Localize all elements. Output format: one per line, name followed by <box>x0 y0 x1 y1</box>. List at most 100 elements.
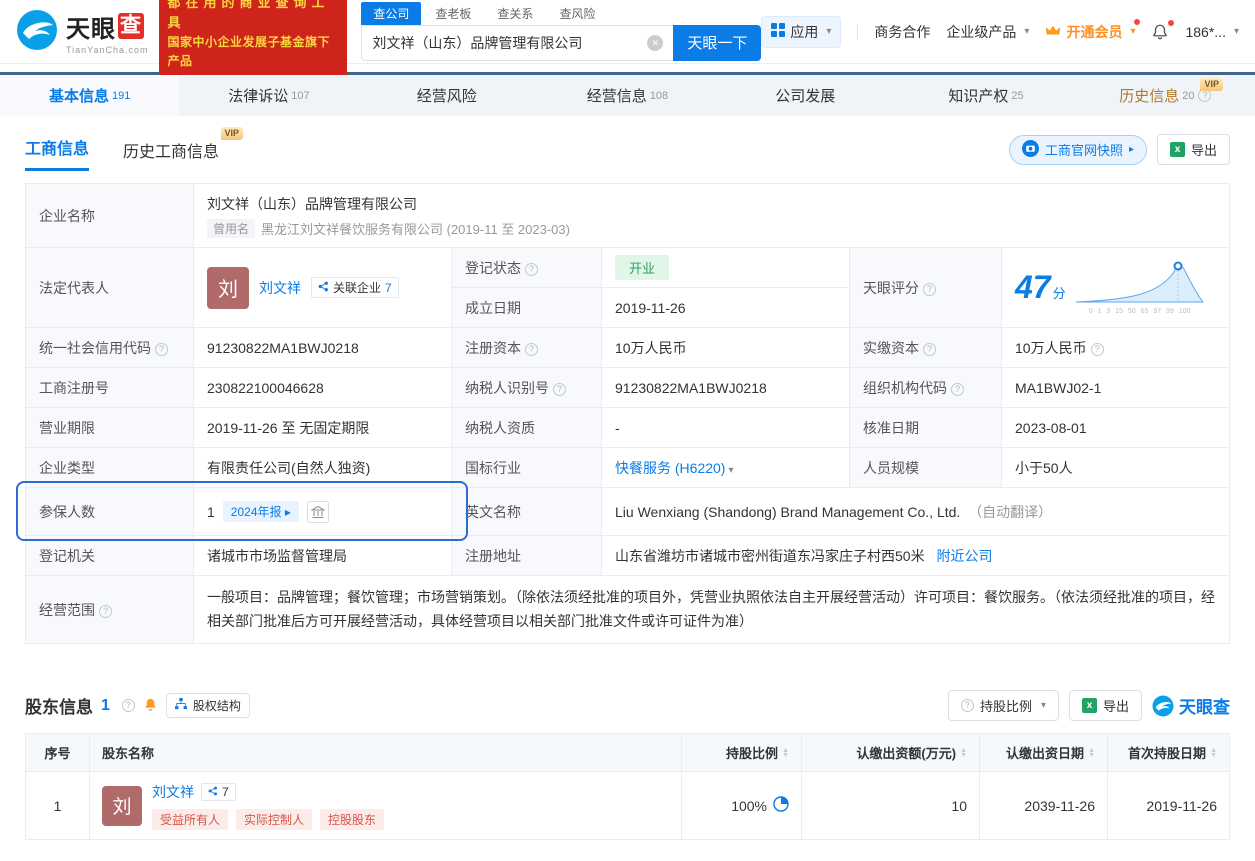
promo-banner: 都在用的商业查询工具 国家中小企业发展子基金旗下产品 <box>158 0 348 76</box>
menu-cooperation[interactable]: 商务合作 <box>874 22 930 42</box>
search-tab-boss[interactable]: 查老板 <box>423 2 483 25</box>
sort-icon[interactable] <box>782 748 789 758</box>
tab-count: 25 <box>1011 89 1024 102</box>
watermark-text: 天眼查 <box>1179 698 1230 717</box>
english-name-text: Liu Wenxiang (Shandong) Brand Management… <box>615 503 961 520</box>
top-menu: 应用 ▾ 商务合作 企业级产品 ▾ 开通会员 ▾ 186*... ▾ <box>761 15 1239 48</box>
tianyancha-logo[interactable]: 天眼查 TianYanCha.com <box>16 9 149 55</box>
chevron-down-icon[interactable]: ▾ <box>728 465 733 476</box>
tianyan-score[interactable]: 47 分 0 1 3 15 50 65 97 99 100 <box>1015 260 1216 315</box>
bell-icon <box>1153 24 1168 39</box>
tab-legal-proceedings[interactable]: 法律诉讼 107 <box>179 75 358 116</box>
search-button[interactable]: 天眼一下 <box>673 24 762 61</box>
shareholder-avatar[interactable]: 刘 <box>102 785 142 826</box>
divider <box>857 23 859 40</box>
tab-history-info[interactable]: VIP 历史信息 20 <box>1076 75 1255 116</box>
shareholder-relation-badge[interactable]: 7 <box>201 782 236 801</box>
help-icon[interactable] <box>553 382 566 396</box>
label-business-term: 营业期限 <box>25 407 194 448</box>
help-icon[interactable] <box>923 282 936 296</box>
shareholders-header: 股东信息 1 股权结构 持股比例 ▾ 导出 <box>25 690 1230 721</box>
value-business-term: 2019-11-26 至 无固定期限 <box>193 407 452 448</box>
tab-label: 经营信息 <box>586 88 647 105</box>
col-first-hold-date: 首次持股日期 <box>1107 733 1230 772</box>
tab-label: 历史信息 <box>1119 88 1180 105</box>
notification-bell[interactable] <box>1151 19 1175 41</box>
tab-count: 20 <box>1182 89 1195 102</box>
tab-label: 知识产权 <box>948 88 1009 105</box>
search-tab-relation[interactable]: 查关系 <box>485 2 545 25</box>
value-reg-address: 山东省潍坊市诸城市密州街道东冯家庄子村西50米 附近公司 <box>601 535 1230 576</box>
menu-open-vip[interactable]: 开通会员 ▾ <box>1045 18 1141 42</box>
help-icon[interactable] <box>951 382 964 396</box>
menu-apps[interactable]: 应用 ▾ <box>761 15 842 48</box>
logo-cn: 天眼 <box>66 15 116 43</box>
help-icon[interactable] <box>121 699 135 712</box>
subtab-label: 历史工商信息 <box>123 144 220 161</box>
value-legal-rep: 刘 刘文祥 关联企业 7 <box>193 247 452 328</box>
tag-beneficial-owner: 受益所有人 <box>152 808 229 830</box>
help-icon[interactable] <box>923 342 936 356</box>
help-icon[interactable] <box>525 342 538 356</box>
excel-icon <box>1169 142 1185 157</box>
menu-apps-label: 应用 <box>790 23 819 40</box>
col-ratio: 持股比例 <box>681 733 802 772</box>
help-icon <box>960 699 974 712</box>
export-button[interactable]: 导出 <box>1156 134 1230 165</box>
logo-eye-icon <box>1152 695 1174 716</box>
help-icon[interactable] <box>1090 342 1104 356</box>
sort-icon[interactable] <box>1088 748 1095 758</box>
help-icon[interactable] <box>155 342 168 356</box>
snapshot-camera-icon <box>1021 139 1039 160</box>
ratio-filter-dropdown[interactable]: 持股比例 ▾ <box>947 690 1059 721</box>
annual-report-icon-button[interactable] <box>306 500 329 523</box>
label-tianyan-score: 天眼评分 <box>849 247 1002 328</box>
pie-chart-icon[interactable] <box>773 796 789 815</box>
label-reg-no: 工商注册号 <box>25 367 194 408</box>
annual-report-badge[interactable]: 2024年报 ▸ <box>222 501 299 522</box>
bank-icon <box>310 505 325 518</box>
search-tab-company[interactable]: 查公司 <box>361 1 422 25</box>
user-account[interactable]: 186*... ▾ <box>1185 24 1239 40</box>
search-input-wrap <box>361 24 674 61</box>
shareholders-title: 股东信息 <box>25 698 93 717</box>
label-taxpayer-id: 纳税人识别号 <box>451 367 602 408</box>
shareholder-name-link[interactable]: 刘文祥 <box>152 782 194 802</box>
industry-link[interactable]: 快餐服务 (H6220) <box>615 460 725 476</box>
sort-icon[interactable] <box>1210 748 1217 758</box>
related-companies-chip[interactable]: 关联企业 7 <box>311 277 399 298</box>
user-phone: 186*... <box>1185 23 1226 40</box>
label-taxpayer-quality: 纳税人资质 <box>451 407 602 448</box>
value-insured-count: 1 2024年报 ▸ <box>193 487 452 536</box>
search-tab-risk[interactable]: 查风险 <box>547 2 607 25</box>
official-snapshot-button[interactable]: 工商官网快照 ▸ <box>1008 134 1147 165</box>
sort-icon[interactable] <box>960 748 967 758</box>
tab-intellectual-property[interactable]: 知识产权 25 <box>896 75 1075 116</box>
legal-rep-avatar[interactable]: 刘 <box>207 266 249 309</box>
subtab-business-registration[interactable]: 工商信息 <box>25 135 90 171</box>
shareholders-table-header: 序号 股东名称 持股比例 认缴出资额(万元) 认缴出资日期 首次持股日期 <box>25 733 1230 772</box>
help-icon[interactable] <box>525 262 538 276</box>
label-establish-date: 成立日期 <box>451 287 602 328</box>
nearby-companies-link[interactable]: 附近公司 <box>936 548 992 564</box>
menu-enterprise[interactable]: 企业级产品 ▾ <box>946 22 1029 42</box>
tab-company-development[interactable]: 公司发展 <box>717 75 896 116</box>
score-unit: 分 <box>1052 286 1066 301</box>
search-input[interactable] <box>372 34 648 51</box>
clear-search-icon[interactable] <box>647 34 664 51</box>
relation-count: 7 <box>222 784 229 799</box>
equity-structure-button[interactable]: 股权结构 <box>165 693 250 718</box>
tab-business-info[interactable]: 经营信息 108 <box>538 75 717 116</box>
score-value: 47 <box>1015 269 1051 305</box>
value-english-name: Liu Wenxiang (Shandong) Brand Management… <box>601 487 1230 536</box>
alert-bell-icon[interactable] <box>143 697 158 715</box>
help-icon[interactable] <box>99 604 112 618</box>
tab-operation-risk[interactable]: 经营风险 <box>359 75 538 116</box>
tab-basic-info[interactable]: 基本信息 191 <box>0 75 180 116</box>
legal-rep-name-link[interactable]: 刘文祥 <box>259 278 301 298</box>
subtab-history-registration[interactable]: 历史工商信息 VIP <box>123 127 244 171</box>
related-companies-count: 7 <box>385 280 392 295</box>
search-tabs: 查公司 查老板 查关系 查风险 <box>361 1 761 25</box>
export-shareholders-button[interactable]: 导出 <box>1068 690 1142 721</box>
ratio-filter-label: 持股比例 <box>979 699 1032 714</box>
